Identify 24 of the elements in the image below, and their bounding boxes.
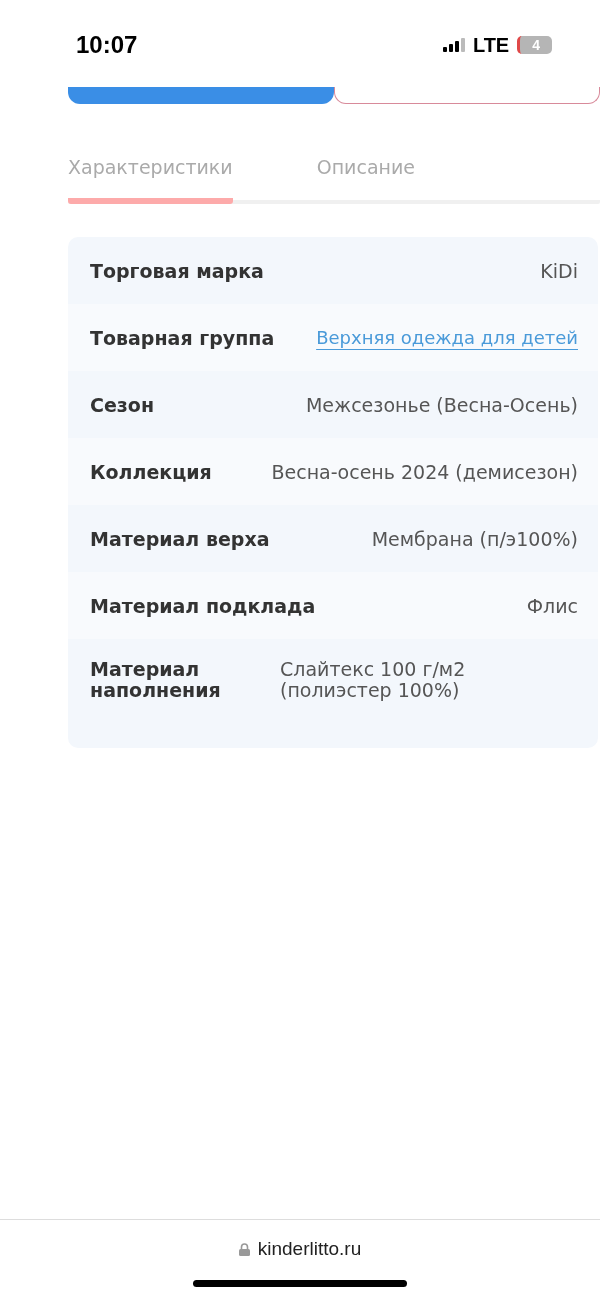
spec-value: Слайтекс 100 г/м2 (полиэстер 100%): [280, 659, 467, 701]
tab[interactable]: Характеристики: [68, 156, 233, 204]
category-link[interactable]: Верхняя одежда для детей: [316, 327, 578, 348]
spec-label: Сезон: [90, 393, 155, 416]
tab[interactable]: Описание: [316, 156, 415, 204]
url-text[interactable]: kinderlitto.ru: [257, 1238, 362, 1260]
spec-value: Флис: [526, 594, 578, 617]
spec-value: Межсезонье (Весна-Осень): [305, 393, 578, 416]
outline-button[interactable]: [334, 87, 600, 104]
lock-icon: [238, 1242, 250, 1256]
spec-label: Материал верха: [90, 527, 270, 550]
spec-value: Весна-осень 2024 (демисезон): [271, 460, 578, 483]
home-indicator[interactable]: [193, 1280, 407, 1287]
spec-label: Торговая марка: [90, 259, 264, 282]
battery-indicator: 4: [517, 36, 552, 54]
spec-label: Материал подклада: [90, 594, 316, 617]
spec-label: Коллекция: [90, 460, 212, 483]
spec-label: Материал наполнения: [90, 659, 220, 701]
spec-value: Мембрана (п/э100%): [371, 527, 578, 550]
spec-label: Товарная группа: [90, 326, 275, 349]
signal-icon: [442, 38, 465, 52]
spec-value: KiDi: [540, 259, 578, 282]
network-label: LTE: [472, 33, 510, 57]
clock: 10:07: [76, 31, 138, 59]
